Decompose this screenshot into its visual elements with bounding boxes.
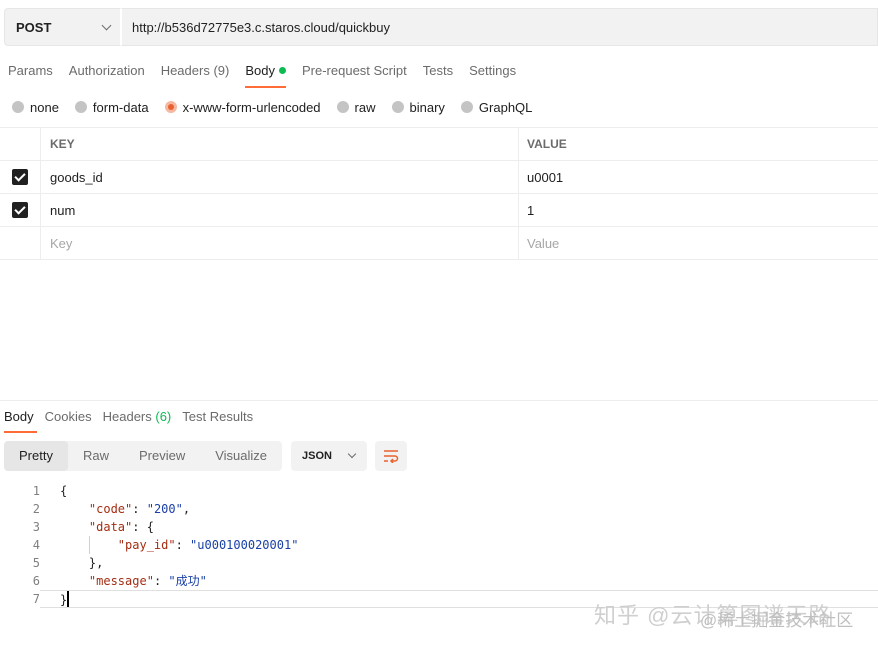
new-value-input[interactable]: Value	[519, 227, 878, 259]
view-raw-button[interactable]: Raw	[68, 441, 124, 471]
radio-x-www-form-urlencoded[interactable]: x-www-form-urlencoded	[164, 100, 321, 115]
view-preview-button[interactable]: Preview	[124, 441, 200, 471]
format-select[interactable]: JSON	[291, 441, 368, 471]
url-input[interactable]: http://b536d72775e3.c.staros.cloud/quick…	[120, 8, 878, 46]
tab-tests[interactable]: Tests	[415, 60, 461, 88]
table-row: num 1	[0, 194, 878, 227]
method-label: POST	[16, 19, 52, 35]
radio-graphql[interactable]: GraphQL	[460, 100, 532, 115]
radio-icon	[336, 101, 349, 113]
text-caret	[67, 591, 70, 607]
tab-headers[interactable]: Headers (9)	[153, 60, 238, 88]
tab-body[interactable]: Body	[237, 60, 294, 88]
code-line: 2 "code": "200",	[32, 502, 191, 516]
code-line: 6 "message": "成功"	[32, 574, 207, 588]
response-headers-count: (6)	[155, 409, 172, 424]
chevron-down-icon	[101, 20, 112, 30]
param-value-field[interactable]: 1	[519, 194, 878, 226]
url-text: http://b536d72775e3.c.staros.cloud/quick…	[132, 19, 391, 35]
code-line: 4 "pay_id": "u000100020001"	[32, 538, 299, 552]
table-row: goods_id u0001	[0, 161, 878, 194]
response-tab-test-results[interactable]: Test Results	[178, 408, 260, 433]
response-tabs: Body Cookies Headers (6) Test Results	[0, 408, 260, 433]
key-column-header: KEY	[41, 128, 519, 160]
chevron-down-icon	[347, 449, 357, 459]
response-body-editor[interactable]: 1{ 2 "code": "200", 3 "data": { 4 "pay_i…	[0, 482, 878, 608]
method-select[interactable]: POST	[4, 8, 120, 46]
table-row-new: Key Value	[0, 227, 878, 260]
code-line: 5 },	[32, 556, 104, 570]
code-line: 1{	[32, 484, 68, 498]
watermark-secondary: @稀土掘金技术社区	[700, 611, 854, 630]
status-dot-icon	[278, 67, 286, 74]
value-column-header: VALUE	[527, 137, 567, 151]
response-view-toolbar: Pretty Raw Preview Visualize JSON	[4, 441, 408, 471]
response-tab-headers[interactable]: Headers (6)	[99, 408, 179, 433]
view-visualize-button[interactable]: Visualize	[200, 441, 282, 471]
param-key-field[interactable]: num	[41, 194, 519, 226]
check-icon[interactable]	[12, 169, 28, 185]
radio-icon	[460, 101, 473, 113]
response-divider[interactable]	[0, 400, 878, 401]
tab-pre-request-script[interactable]: Pre-request Script	[294, 60, 415, 88]
request-bar: POST http://b536d72775e3.c.staros.cloud/…	[4, 8, 878, 46]
wrap-lines-button[interactable]	[375, 441, 408, 471]
radio-form-data[interactable]: form-data	[74, 100, 149, 115]
radio-binary[interactable]: binary	[391, 100, 445, 115]
radio-icon	[391, 101, 404, 113]
table-header: KEY VALUE	[0, 128, 878, 161]
view-mode-group: Pretty Raw Preview Visualize	[4, 441, 283, 471]
radio-icon	[74, 101, 87, 113]
tab-params[interactable]: Params	[0, 60, 61, 88]
tab-authorization[interactable]: Authorization	[61, 60, 153, 88]
tab-settings[interactable]: Settings	[461, 60, 524, 88]
radio-raw[interactable]: raw	[336, 100, 376, 115]
body-type-options: none form-data x-www-form-urlencoded raw…	[12, 98, 548, 116]
radio-none[interactable]: none	[12, 100, 59, 115]
code-line: 3 "data": {	[32, 520, 154, 534]
wrap-lines-icon	[384, 450, 399, 463]
radio-icon	[12, 101, 24, 113]
response-tab-cookies[interactable]: Cookies	[41, 408, 99, 433]
headers-count: (9)	[213, 63, 230, 78]
format-label: JSON	[302, 450, 332, 462]
request-tabs: Params Authorization Headers (9) Body Pr…	[0, 60, 524, 88]
param-key-field[interactable]: goods_id	[41, 161, 519, 193]
param-value-field[interactable]: u0001	[519, 161, 878, 193]
view-pretty-button[interactable]: Pretty	[4, 441, 68, 471]
params-table: KEY VALUE goods_id u0001 num 1 Key Value	[0, 127, 878, 260]
response-tab-body[interactable]: Body	[0, 408, 41, 433]
check-icon[interactable]	[12, 202, 28, 218]
radio-selected-icon	[164, 101, 177, 113]
new-key-input[interactable]: Key	[41, 227, 519, 259]
